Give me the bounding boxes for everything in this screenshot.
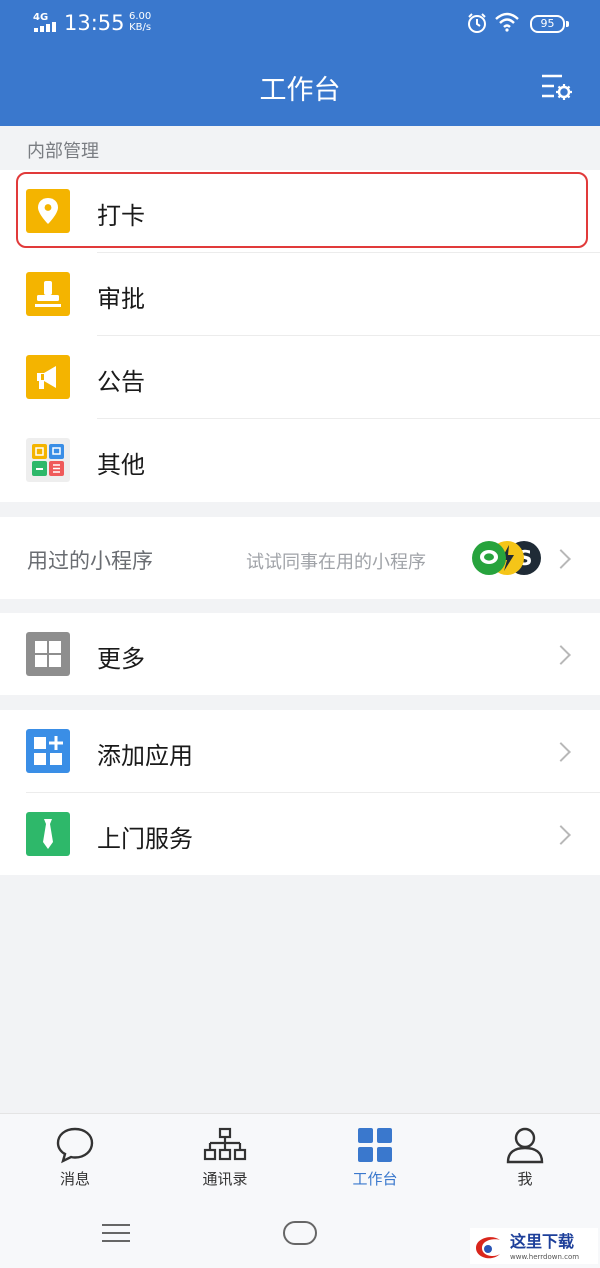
tab-workbench[interactable]: 工作台 [300,1114,450,1194]
watermark-url: www.herrdown.com [510,1253,579,1261]
grid-icon [26,632,70,676]
list-item-label: 更多 [97,645,145,673]
chevron-right-icon [551,742,571,762]
list-item-approval[interactable]: 审批 [0,253,600,335]
mini-programs-label: 用过的小程序 [27,549,153,573]
megaphone-icon [26,355,70,399]
manage-settings-button[interactable] [540,72,572,102]
section-label-internal: 内部管理 [27,141,99,162]
mini-programs-row[interactable]: 用过的小程序 试试同事在用的小程序 S [0,517,600,599]
mini-program-avatars-icon: S [472,541,541,575]
status-bar: 4G 13:55 6.00 KB/s 95 [0,0,600,46]
list-item-label: 上门服务 [97,825,193,853]
wifi-icon [495,12,519,32]
watermark-logo-icon: 这里下载 www.herrdown.com [470,1228,598,1264]
list-item-announcement[interactable]: 公告 [0,336,600,418]
mini-programs-hint: 试试同事在用的小程序 [246,552,426,573]
list-item-label: 公告 [97,368,145,396]
list-item-onsite-service[interactable]: 上门服务 [0,793,600,875]
page-title: 工作台 [259,75,341,106]
chevron-right-icon [551,549,571,569]
chevron-right-icon [551,645,571,665]
watermark-text: 这里下载 [510,1232,574,1251]
list-item-more[interactable]: 更多 [0,613,600,695]
org-chart-icon [203,1127,247,1161]
add-app-icon [26,729,70,773]
tab-label: 工作台 [352,1170,398,1188]
list-item-label: 添加应用 [97,742,193,770]
battery-indicator: 95 [530,15,569,33]
tab-label: 通讯录 [202,1170,248,1188]
signal-icon [34,22,58,32]
person-icon [506,1127,544,1164]
stamp-icon [26,272,70,316]
tab-me[interactable]: 我 [450,1114,600,1194]
menu-icon[interactable] [100,1222,132,1244]
tie-icon [26,812,70,856]
app-grid-icon [26,438,70,482]
tab-contacts[interactable]: 通讯录 [150,1114,300,1194]
top-header: 4G 13:55 6.00 KB/s 95 工作台 [0,0,600,126]
list-item-label: 其他 [97,451,145,479]
list-item-other[interactable]: 其他 [0,419,600,502]
tab-messages[interactable]: 消息 [0,1114,150,1194]
list-item-label: 审批 [97,285,145,313]
apps-list: 添加应用 上门服务 [0,710,600,875]
chevron-right-icon [551,825,571,845]
home-icon[interactable] [282,1220,318,1246]
tab-label: 我 [517,1170,533,1188]
list-item-add-app[interactable]: 添加应用 [0,710,600,792]
highlight-annotation [16,172,588,248]
chat-bubble-icon [56,1127,94,1164]
alarm-icon [468,13,486,33]
workbench-grid-icon [358,1128,392,1162]
tab-label: 消息 [59,1170,90,1188]
network-speed: 6.00 KB/s [129,11,152,33]
clock: 13:55 [64,11,125,35]
